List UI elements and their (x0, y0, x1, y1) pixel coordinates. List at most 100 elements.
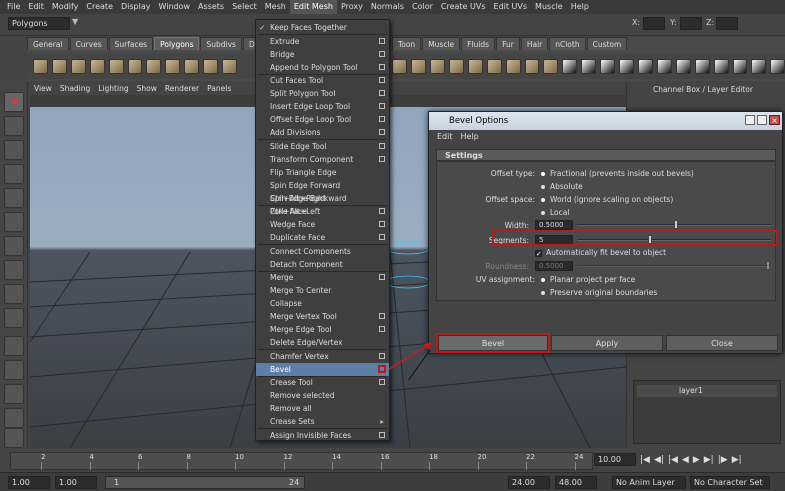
shelf-tool-icon[interactable] (430, 58, 445, 74)
option-box-icon[interactable] (379, 313, 385, 319)
menu-item-duplicate-face[interactable]: Duplicate Face (256, 231, 389, 244)
shelf-tab-fluids[interactable]: Fluids (461, 37, 496, 50)
offset-type-fractional[interactable]: Fractional (prevents inside out bevels) (541, 169, 694, 178)
autofit-checkbox[interactable]: ✓ Automatically fit bevel to object (535, 248, 666, 257)
shelf-tool-icon[interactable] (713, 58, 729, 74)
shelf-tool-icon[interactable] (581, 58, 597, 74)
close-button[interactable]: Close (666, 335, 778, 351)
go-to-end-icon[interactable]: ▶| (732, 455, 742, 465)
shelf-tool-icon[interactable] (543, 58, 559, 74)
shelf-tab-surfaces[interactable]: Surfaces (108, 37, 154, 50)
menu-item-collapse[interactable]: Collapse (256, 297, 389, 310)
menu-file[interactable]: File (3, 0, 24, 14)
menu-item-merge-edge-tool[interactable]: Merge Edge Tool (256, 323, 389, 336)
shelf-tool-icon[interactable] (524, 58, 540, 74)
range-slider[interactable]: 1 24 (105, 476, 305, 489)
shelf-tool-icon[interactable] (108, 58, 124, 74)
go-to-start-icon[interactable]: |◀ (640, 455, 650, 465)
close-icon[interactable]: × (769, 115, 780, 125)
shelf-tool-icon[interactable] (89, 58, 105, 74)
option-box-icon[interactable] (379, 155, 385, 162)
shelf-tab-hair[interactable]: Hair (520, 37, 549, 50)
menu-item-delete-edge-vertex[interactable]: Delete Edge/Vertex (256, 336, 389, 349)
uv-preserve[interactable]: Preserve original boundaries (541, 288, 657, 297)
menu-item-crease-sets[interactable]: Crease Sets ▸ (256, 415, 389, 428)
shelf-tool-icon[interactable] (222, 58, 237, 74)
shelf-tab-curves[interactable]: Curves (69, 37, 108, 50)
menu-help[interactable]: Help (567, 0, 593, 14)
uv-planar[interactable]: Planar project per face (541, 275, 635, 284)
shelf-tool-icon[interactable] (51, 58, 67, 74)
shelf-tool-icon[interactable] (486, 58, 502, 74)
option-box-icon[interactable] (379, 234, 385, 240)
apply-button[interactable]: Apply (551, 335, 663, 351)
range-start2-field[interactable]: 1.00 (55, 476, 97, 489)
menu-item-poke-face[interactable]: Poke Face (256, 205, 389, 218)
menu-modify[interactable]: Modify (48, 0, 83, 14)
shelf-tool-icon[interactable] (675, 58, 691, 74)
shelf-tool-icon[interactable] (165, 58, 181, 74)
menu-color[interactable]: Color (408, 0, 437, 14)
menu-item-chamfer-vertex[interactable]: Chamfer Vertex (256, 350, 389, 363)
chevron-down-icon[interactable]: ▼ (72, 17, 78, 26)
step-forward-icon[interactable]: |▶ (718, 455, 728, 465)
shelf-tab-polygons[interactable]: Polygons (154, 37, 200, 50)
shelf-tab-muscle[interactable]: Muscle (422, 37, 461, 50)
settings-section[interactable]: Settings (436, 149, 776, 161)
maximize-icon[interactable] (757, 115, 767, 125)
offset-type-absolute[interactable]: Absolute (541, 182, 583, 191)
menu-item-crease-tool[interactable]: Crease Tool (256, 376, 389, 389)
shelf-tab-custom[interactable]: Custom (586, 37, 628, 50)
z-field[interactable] (716, 17, 738, 30)
four-pane-icon[interactable] (4, 360, 24, 380)
menu-create[interactable]: Create (82, 0, 117, 14)
menu-item-connect-components[interactable]: Connect Components (256, 245, 389, 258)
shelf-tab-general[interactable]: General (27, 37, 69, 50)
menu-item-keep-faces-together[interactable]: Keep Faces Together ✓ (256, 21, 389, 34)
menu-item-offset-edge-loop-tool[interactable]: Offset Edge Loop Tool (256, 113, 389, 126)
shelf-tool-icon[interactable] (770, 58, 785, 74)
lasso-tool-icon[interactable] (4, 116, 24, 136)
scale-tool-icon[interactable] (4, 212, 24, 232)
rotate-tool-icon[interactable] (4, 188, 24, 208)
menu-edit[interactable]: Edit (24, 0, 48, 14)
menu-edit-uvs[interactable]: Edit UVs (490, 0, 532, 14)
option-box-icon[interactable] (379, 431, 385, 438)
menu-item-extrude[interactable]: Extrude (256, 35, 389, 48)
shelf-tool-icon[interactable] (619, 58, 634, 74)
anim-layer-select[interactable]: No Anim Layer (612, 476, 686, 489)
shelf-tool-icon[interactable] (505, 58, 521, 74)
shelf-tab-ncloth[interactable]: nCloth (549, 37, 586, 50)
shelf-tool-icon[interactable] (751, 58, 767, 74)
range-end-field[interactable]: 24.00 (508, 476, 550, 489)
menu-item-remove-selected[interactable]: Remove selected (256, 389, 389, 402)
option-box-icon[interactable] (379, 77, 385, 83)
last-tool-icon[interactable] (4, 284, 24, 304)
paint-select-icon[interactable] (4, 140, 24, 160)
shelf-tool-icon[interactable] (33, 58, 48, 74)
menu-item-slide-edge-tool[interactable]: Slide Edge Tool (256, 140, 389, 153)
select-tool-icon[interactable]: ➤ (4, 92, 24, 112)
shelf-tool-icon[interactable] (694, 58, 710, 74)
width-slider-knob[interactable] (674, 220, 678, 229)
range-start-field[interactable]: 1.00 (8, 476, 50, 489)
mode-select[interactable]: Polygons (8, 17, 70, 30)
menu-item-bridge[interactable]: Bridge (256, 48, 389, 61)
layout-icon[interactable] (4, 384, 24, 404)
menu-window[interactable]: Window (155, 0, 195, 14)
menu-item-spin-edge-forward[interactable]: Spin Edge Forward Ctrl+Alt+Right (256, 179, 389, 203)
menu-item-merge-vertex-tool[interactable]: Merge Vertex Tool (256, 310, 389, 323)
option-box-icon[interactable] (379, 63, 385, 70)
menu-item-assign-invisible-faces[interactable]: Assign Invisible Faces (256, 429, 389, 442)
menu-item-split-polygon-tool[interactable]: Split Polygon Tool (256, 87, 389, 100)
y-field[interactable] (680, 17, 702, 30)
option-box-icon[interactable] (379, 103, 385, 109)
range-end2-field[interactable]: 48.00 (555, 476, 597, 489)
shelf-tool-icon[interactable] (732, 58, 748, 74)
soft-mod-icon[interactable] (4, 260, 24, 280)
shelf-tab-toon[interactable]: Toon (391, 37, 422, 50)
shelf-tool-icon[interactable] (656, 58, 672, 74)
option-box-icon[interactable] (379, 37, 385, 44)
menu-item-wedge-face[interactable]: Wedge Face (256, 218, 389, 231)
manipulator-icon[interactable] (4, 236, 24, 256)
